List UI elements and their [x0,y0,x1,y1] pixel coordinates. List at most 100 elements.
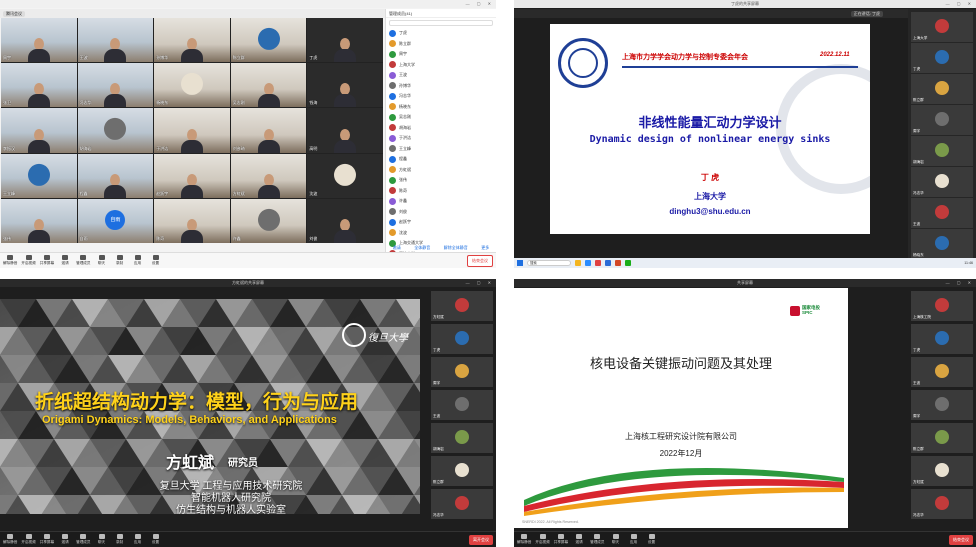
side-video-tile[interactable]: 丁虎 [911,324,973,354]
powerpoint-icon[interactable] [615,260,621,266]
participant-search-input[interactable] [389,20,493,26]
toolbar-button[interactable]: 应用 [627,534,641,545]
leave-meeting-button[interactable]: 结束会议 [949,534,973,545]
window-controls[interactable]: — ▢ ✕ [466,1,494,6]
toolbar-button[interactable]: 邀请 [572,534,586,545]
video-tile[interactable]: 高明 [307,108,383,153]
side-video-tile[interactable]: 上海大学 [911,12,973,42]
side-video-tile[interactable]: 陈立群 [911,423,973,453]
side-video-tile[interactable]: 周宇 [911,390,973,420]
participant-row[interactable]: 孙博华 [386,81,496,92]
side-video-tile[interactable]: 丁虎 [911,43,973,73]
toolbar-button[interactable]: 设置 [149,534,163,545]
participant-action-button[interactable]: 解除全体静音 [444,245,468,251]
leave-meeting-button[interactable]: 离开会议 [469,534,493,545]
participant-action-button[interactable]: 更多 [481,245,489,251]
side-video-tile[interactable]: 胡海岩 [911,136,973,166]
toolbar-button[interactable]: 开启视频 [21,255,36,266]
participant-action-button[interactable]: 全体静音 [414,245,430,251]
file-explorer-icon[interactable] [575,260,581,266]
participant-row[interactable]: 程鑫 [386,154,496,165]
side-video-tile[interactable]: 杨晓东 [911,229,973,259]
side-video-tile[interactable]: 冯志华 [431,489,493,519]
participant-action-button[interactable]: 邀请 [393,245,401,251]
video-tile[interactable]: 钱海 [307,63,383,108]
side-video-tile[interactable]: 冯志华 [911,167,973,197]
video-tile[interactable]: 许鑫 [230,198,307,243]
video-tile[interactable]: 张卫 [1,63,77,108]
toolbar-button[interactable]: 解除静音 [3,534,17,545]
side-video-tile[interactable]: 王波 [911,198,973,228]
window-controls[interactable]: — ▢ ✕ [946,1,974,6]
side-video-tile[interactable]: 冯志华 [911,489,973,519]
toolbar-button[interactable]: 开启视频 [21,534,36,545]
participant-row[interactable]: 胡海岩 [386,123,496,134]
video-tile[interactable]: 赵跃宇 [154,153,230,198]
side-video-tile[interactable]: 方虹斌 [911,456,973,486]
toolbar-button[interactable]: 管理成员 [590,534,605,545]
toolbar-button[interactable]: 管理成员 [76,534,91,545]
participant-row[interactable]: 于洪洁 [386,133,496,144]
video-tile[interactable]: 刘俊 [307,198,383,243]
start-icon[interactable] [517,260,523,266]
side-video-tile[interactable]: 上海核工院 [911,291,973,321]
side-video-tile[interactable]: 丁虎 [431,324,493,354]
leave-meeting-button[interactable]: 结束会议 [467,254,493,267]
toolbar-button[interactable]: 设置 [149,255,163,266]
toolbar-button[interactable]: 应用 [131,534,145,545]
video-tile[interactable]: 周宇 [1,18,77,63]
participant-row[interactable]: 陈奇 [386,186,496,197]
video-tile[interactable]: 程鑫 [77,153,154,198]
video-tile[interactable]: 李振汉 [1,108,77,153]
toolbar-button[interactable]: 应用 [131,255,145,266]
participant-row[interactable]: 冯志华 [386,91,496,102]
meeting-badge[interactable]: 腾讯会议 [3,10,25,17]
side-video-tile[interactable]: 周宇 [431,357,493,387]
toolbar-button[interactable]: 邀请 [58,255,72,266]
toolbar-button[interactable]: 解除静音 [517,534,531,545]
video-tile[interactable]: 自雨 自雨 [77,198,154,243]
toolbar-button[interactable]: 开启视频 [535,534,550,545]
toolbar-button[interactable]: 共享屏幕 [40,534,54,545]
toolbar-button[interactable]: 设置 [645,534,659,545]
video-tile[interactable]: 冯志华 [77,63,154,108]
toolbar-button[interactable]: 管理成员 [76,255,91,266]
toolbar-button[interactable]: 共享屏幕 [554,534,568,545]
toolbar-button[interactable]: 共享屏幕 [40,255,54,266]
chrome-icon[interactable] [595,260,601,266]
participant-row[interactable]: 陈立群 [386,39,496,50]
participant-row[interactable]: 王波 [386,70,496,81]
participant-row[interactable]: 杨晓东 [386,102,496,113]
video-tile[interactable]: 陈奇 [154,198,230,243]
side-video-tile[interactable]: 胡海岩 [431,423,493,453]
participant-row[interactable]: 方虹斌 [386,165,496,176]
participant-row[interactable]: 吴志刚 [386,112,496,123]
video-tile[interactable]: 王立峰 [1,153,77,198]
toolbar-button[interactable]: 聊天 [95,534,109,545]
video-tile[interactable]: 张伟 [1,198,77,243]
wechat-icon[interactable] [625,260,631,266]
side-video-tile[interactable]: 陈立群 [431,456,493,486]
participant-row[interactable]: 赵跃宇 [386,217,496,228]
toolbar-button[interactable]: 邀请 [58,534,72,545]
participant-row[interactable]: 许鑫 [386,196,496,207]
participant-row[interactable]: 周宇 [386,49,496,60]
video-tile[interactable]: 刘彦琦 [230,108,307,153]
participant-row[interactable]: 上海大学 [386,60,496,71]
participant-row[interactable]: 张伟 [386,175,496,186]
side-video-tile[interactable]: 王波 [431,390,493,420]
video-tile[interactable]: 吴志刚 [230,63,307,108]
video-tile[interactable]: 陈立群 [230,18,307,63]
word-icon[interactable] [605,260,611,266]
toolbar-button[interactable]: 解除静音 [3,255,17,266]
video-tile[interactable]: 胡海岩 [77,108,154,153]
taskbar-search[interactable]: 搜索 [527,260,571,266]
participant-row[interactable]: 沈波 [386,228,496,239]
window-controls[interactable]: — ▢ ✕ [946,280,974,285]
participant-row[interactable]: 王立峰 [386,144,496,155]
video-tile[interactable]: 丁虎 [307,18,383,63]
side-video-tile[interactable]: 方虹斌 [431,291,493,321]
video-tile[interactable]: 杨晓东 [154,63,230,108]
toolbar-button[interactable]: 聊天 [609,534,623,545]
video-tile[interactable]: 沈波 [307,153,383,198]
